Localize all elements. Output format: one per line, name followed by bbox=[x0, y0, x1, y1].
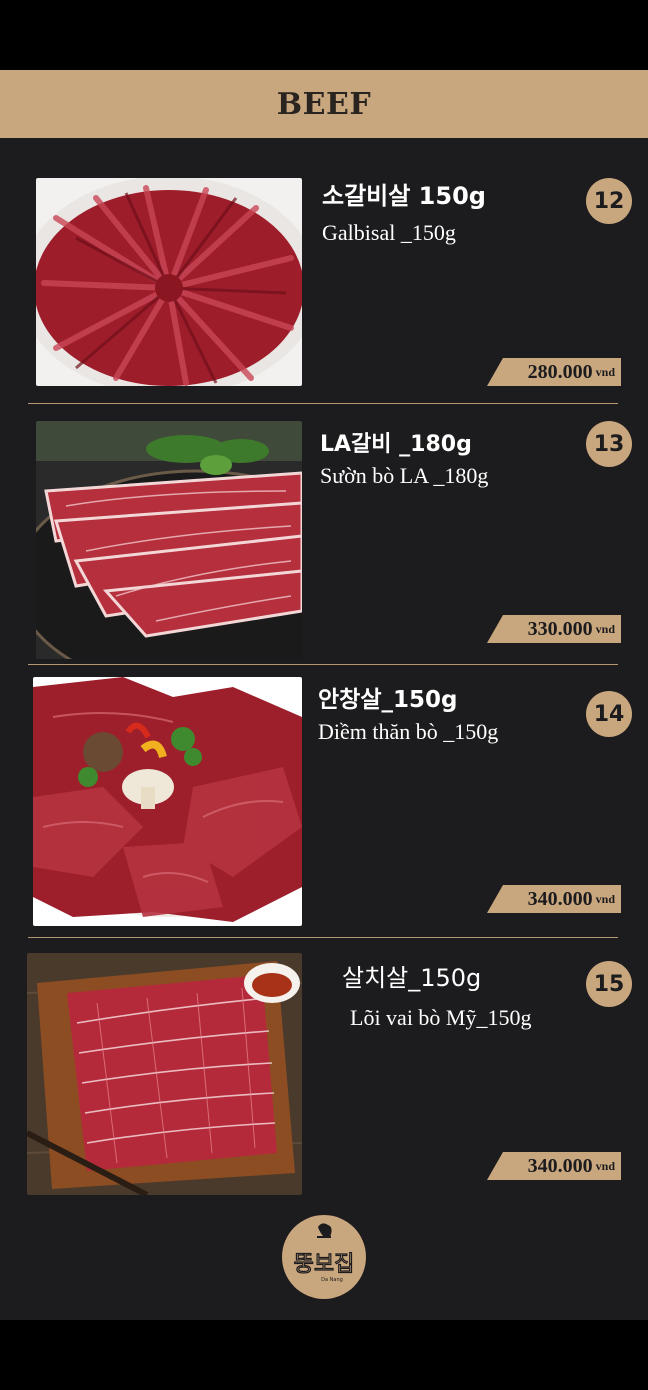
price-tag: 340.000 vnd bbox=[487, 1152, 621, 1180]
price-tag: 280.000 vnd bbox=[487, 358, 621, 386]
price-amount: 340.000 bbox=[527, 887, 593, 910]
price-amount: 280.000 bbox=[527, 360, 593, 383]
item-name-vietnamese: Sườn bò LA _180g bbox=[320, 463, 489, 488]
item-number-badge: 13 bbox=[586, 421, 632, 467]
category-header: BEEF bbox=[0, 70, 648, 138]
divider bbox=[28, 937, 618, 938]
item-name-korean: 안창살_150g bbox=[318, 687, 458, 713]
item-name-vietnamese: Galbisal _150g bbox=[322, 220, 456, 245]
price-currency: vnd bbox=[595, 1158, 615, 1173]
menu-item-photo[interactable] bbox=[27, 953, 302, 1195]
item-name-vietnamese: Diềm thăn bò _150g bbox=[318, 719, 499, 744]
item-number-badge: 14 bbox=[586, 691, 632, 737]
menu-item-photo[interactable] bbox=[36, 421, 302, 659]
item-name-korean: 소갈비살 150g bbox=[322, 182, 486, 210]
logo-subtext: Da Nang bbox=[321, 1277, 343, 1283]
restaurant-logo: 뚱보집 Da Nang bbox=[282, 1215, 366, 1299]
price-tag: 330.000 vnd bbox=[487, 615, 621, 643]
item-name-vietnamese: Lõi vai bò Mỹ_150g bbox=[350, 1005, 532, 1030]
logo-text: 뚱보집 bbox=[294, 1252, 355, 1277]
item-name-korean: 살치살_150g bbox=[342, 964, 482, 992]
price-amount: 330.000 bbox=[527, 617, 593, 640]
price-currency: vnd bbox=[595, 891, 615, 906]
divider bbox=[28, 664, 618, 665]
price-tag: 340.000 vnd bbox=[487, 885, 621, 913]
restaurant-logo-mark: 뚱보집 Da Nang bbox=[283, 1216, 365, 1298]
divider bbox=[28, 403, 618, 404]
price-amount: 340.000 bbox=[527, 1154, 593, 1177]
price-currency: vnd bbox=[595, 621, 615, 636]
item-number-badge: 15 bbox=[586, 961, 632, 1007]
price-currency: vnd bbox=[595, 364, 615, 379]
menu-item-photo[interactable] bbox=[33, 677, 302, 926]
category-title: BEEF bbox=[276, 86, 372, 122]
menu-item-photo[interactable] bbox=[36, 178, 302, 386]
item-number-badge: 12 bbox=[586, 178, 632, 224]
item-name-korean: LA갈비 _180g bbox=[320, 432, 472, 457]
